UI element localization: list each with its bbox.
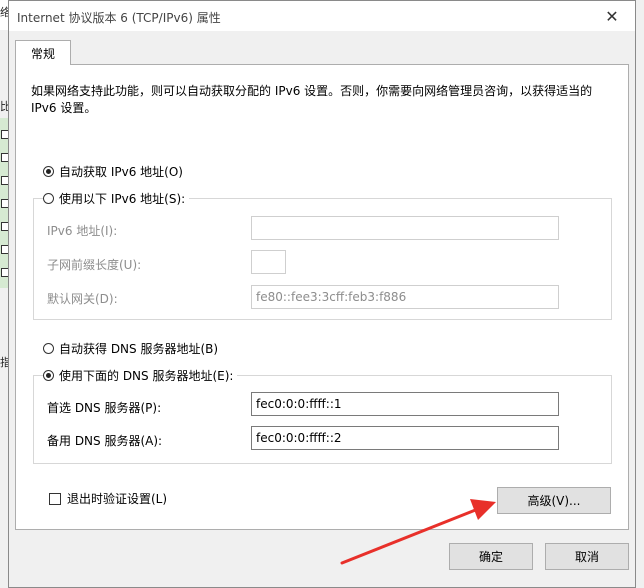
ipv6-address-label: IPv6 地址(I): [47,224,118,238]
validate-label: 退出时验证设置(L) [67,492,168,506]
alternate-dns-field[interactable]: fec0:0:0:ffff::2 [251,426,559,450]
prefix-length-field[interactable] [251,250,286,274]
alternate-dns-label: 备用 DNS 服务器(A): [47,434,163,448]
ipv6-address-field[interactable] [251,216,559,240]
preferred-dns-field[interactable]: fec0:0:0:ffff::1 [251,392,559,416]
gateway-field[interactable]: fe80::fee3:3cff:feb3:f886 [251,285,559,309]
prefix-length-label: 子网前缀长度(U): [47,258,142,272]
cancel-button-label: 取消 [574,550,599,564]
dns-group [33,375,612,464]
validate-on-exit[interactable]: 退出时验证设置(L) [49,490,167,507]
ipv6-properties-dialog: Internet 协议版本 6 (TCP/IPv6) 属性 ✕ 常规 如果网络支… [8,0,636,588]
radio-manual-ipv6[interactable]: 使用以下 IPv6 地址(S): [43,190,190,207]
preferred-dns-label: 首选 DNS 服务器(P): [47,401,162,415]
tab-general[interactable]: 常规 [15,40,71,65]
radio-manual-ipv6-label: 使用以下 IPv6 地址(S): [59,192,186,206]
close-icon: ✕ [605,6,619,26]
radio-manual-dns-label: 使用下面的 DNS 服务器地址(E): [59,369,234,383]
radio-auto-dns-label: 自动获得 DNS 服务器地址(B) [59,342,219,356]
close-button[interactable]: ✕ [589,1,635,31]
description-text: 如果网络支持此功能，则可以自动获取分配的 IPv6 设置。否则，你需要向网络管理… [31,84,593,115]
radio-auto-ipv6[interactable]: 自动获取 IPv6 地址(O) [43,163,183,180]
advanced-button-label: 高级(V)... [527,494,581,508]
ok-button[interactable]: 确定 [449,543,533,570]
radio-manual-dns[interactable]: 使用下面的 DNS 服务器地址(E): [43,367,238,384]
dialog-title: Internet 协议版本 6 (TCP/IPv6) 属性 [17,11,221,25]
advanced-button[interactable]: 高级(V)... [497,487,611,514]
validate-checkbox[interactable] [49,492,61,505]
cancel-button[interactable]: 取消 [545,543,629,570]
radio-button[interactable] [43,343,54,354]
radio-button[interactable] [43,193,54,204]
tab-general-label: 常规 [30,46,55,61]
radio-button-selected[interactable] [43,166,54,177]
radio-button-selected[interactable] [43,370,54,381]
gateway-label: 默认网关(D): [47,292,118,306]
radio-auto-ipv6-label: 自动获取 IPv6 地址(O) [59,165,183,179]
ok-button-label: 确定 [478,550,503,564]
title-bar: Internet 协议版本 6 (TCP/IPv6) 属性 ✕ [9,1,635,31]
radio-auto-dns[interactable]: 自动获得 DNS 服务器地址(B) [43,340,218,357]
